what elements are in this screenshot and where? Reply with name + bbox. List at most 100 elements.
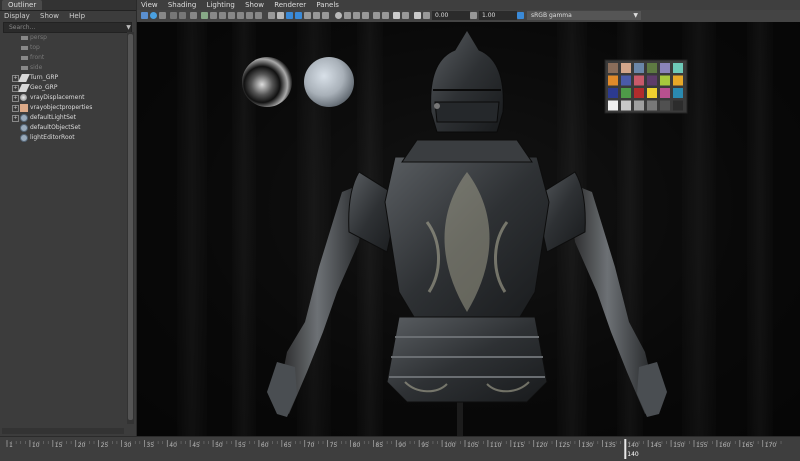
menu-show[interactable]: Show (245, 1, 264, 9)
tick-label: 20 (78, 442, 86, 449)
outliner-vertical-scrollbar[interactable] (127, 32, 134, 424)
time-slider[interactable]: 1 10 15 20 25 30 35 40 45 50 55 60 65 70 75 80 85 90 95 100… (0, 436, 800, 461)
set-icon (20, 134, 28, 142)
outliner-item-label: Turn_GRP (30, 74, 59, 81)
tick-label: 30 (124, 442, 132, 449)
outliner-item-persp[interactable]: persp (0, 33, 126, 43)
outliner-item-turn_grp[interactable]: + Turn_GRP (0, 73, 126, 83)
tick-label: 160 (719, 442, 731, 449)
field-chart-icon[interactable] (237, 12, 244, 19)
group-icon (18, 74, 30, 82)
tick-label: 65 (284, 442, 292, 449)
current-frame-marker[interactable] (624, 439, 627, 459)
safe-title-icon[interactable] (255, 12, 262, 19)
resolution-gate-icon[interactable] (219, 12, 226, 19)
color-swatch (621, 100, 631, 111)
menu-help[interactable]: Help (69, 12, 85, 20)
shadows-icon[interactable] (304, 12, 311, 19)
outliner-item-vrayobjectproperties[interactable]: + vrayobjectproperties (0, 103, 126, 113)
gamma-field[interactable]: 1.00 (479, 11, 517, 20)
textured-icon[interactable] (286, 12, 293, 19)
smooth-shade-icon[interactable] (277, 12, 284, 19)
exposure-field[interactable]: 0.00 (432, 11, 470, 20)
set-icon (20, 124, 28, 132)
color-management-icon[interactable] (517, 12, 524, 19)
color-swatch (621, 88, 631, 98)
select-camera-icon[interactable] (141, 12, 148, 19)
use-lights-icon[interactable] (295, 12, 302, 19)
outliner-item-defaultobjectset[interactable]: defaultObjectSet (0, 123, 126, 133)
tick-label: 130 (582, 442, 594, 449)
ambient-occlusion-icon[interactable] (313, 12, 320, 19)
safe-action-icon[interactable] (246, 12, 253, 19)
motion-blur-icon[interactable] (322, 12, 329, 19)
menu-display[interactable]: Display (4, 12, 30, 20)
color-swatch (621, 63, 631, 73)
search-input[interactable]: Search... (3, 22, 132, 33)
depth-of-field-icon[interactable] (402, 12, 409, 19)
outliner-item-label: defaultObjectSet (30, 124, 81, 131)
outliner-item-top[interactable]: top (0, 43, 126, 53)
screen-space-ao-icon[interactable] (382, 12, 389, 19)
tick-label: 150 (673, 442, 685, 449)
timeline-ruler[interactable]: 1 10 15 20 25 30 35 40 45 50 55 60 65 70 75 80 85 90 95 100… (5, 439, 795, 459)
color-swatch (608, 63, 618, 73)
menu-shading[interactable]: Shading (168, 1, 196, 9)
xray-icon[interactable] (344, 12, 351, 19)
tick-label: 10 (32, 442, 40, 449)
xray-joints-icon[interactable] (353, 12, 360, 19)
menu-renderer[interactable]: Renderer (274, 1, 306, 9)
tick-label: 45 (192, 442, 200, 449)
outliner-horizontal-scrollbar[interactable] (2, 428, 124, 434)
set-icon (20, 114, 28, 122)
film-gate-icon[interactable] (210, 12, 217, 19)
color-space-select[interactable]: sRGB gamma ▼ (527, 11, 641, 20)
gate-mask-icon[interactable] (228, 12, 235, 19)
2d-pan-zoom-icon[interactable] (179, 12, 186, 19)
image-plane-icon[interactable] (170, 12, 177, 19)
backface-culling-icon[interactable] (362, 12, 369, 19)
color-swatch (634, 100, 644, 111)
color-space-label: sRGB gamma (531, 12, 572, 19)
camera-icon (21, 36, 28, 40)
shadows-toggle-icon[interactable] (373, 12, 380, 19)
camera-icon (21, 66, 28, 70)
outliner-item-front[interactable]: front (0, 53, 126, 63)
color-swatch (647, 100, 657, 111)
grid-icon[interactable] (201, 12, 208, 19)
bookmark-icon[interactable] (159, 12, 166, 19)
menu-panels[interactable]: Panels (316, 1, 339, 9)
multisample-aa-icon[interactable] (393, 12, 400, 19)
expand-icon[interactable]: + (12, 95, 19, 102)
tick-label: 115 (513, 442, 525, 449)
tick-label: 135 (604, 442, 616, 449)
chevron-down-icon[interactable]: ▼ (125, 23, 132, 32)
outliner-item-side[interactable]: side (0, 63, 126, 73)
wireframe-icon[interactable] (268, 12, 275, 19)
menu-lighting[interactable]: Lighting (207, 1, 235, 9)
outliner-item-geo_grp[interactable]: + Geo_GRP (0, 83, 126, 93)
expand-icon[interactable]: + (12, 105, 19, 112)
chrome-ball (242, 57, 292, 107)
color-swatch (634, 75, 644, 86)
tab-outliner[interactable]: Outliner (2, 0, 43, 10)
3d-viewport[interactable] (137, 22, 800, 436)
exposure-icon[interactable] (423, 12, 430, 19)
outliner-item-lighteditorroot[interactable]: lightEditorRoot (0, 133, 126, 143)
camera-icon (21, 56, 28, 60)
tick-label: 95 (421, 442, 429, 449)
outliner-item-label: defaultLightSet (30, 114, 76, 121)
expand-icon[interactable]: + (12, 115, 19, 122)
menu-show[interactable]: Show (40, 12, 59, 20)
outliner-item-vraydisplacement[interactable]: + vrayDisplacement (0, 93, 126, 103)
outliner-item-defaultlightset[interactable]: + defaultLightSet (0, 113, 126, 123)
color-swatch (634, 88, 644, 98)
camera-attributes-icon[interactable] (150, 12, 157, 19)
menu-view[interactable]: View (141, 1, 158, 9)
tick-label: 50 (215, 442, 223, 449)
grease-pencil-icon[interactable] (190, 12, 197, 19)
scrollbar-thumb[interactable] (128, 34, 133, 420)
gamma-icon[interactable] (470, 12, 477, 19)
isolate-select-icon[interactable] (335, 12, 342, 19)
hud-icon[interactable] (414, 12, 421, 19)
